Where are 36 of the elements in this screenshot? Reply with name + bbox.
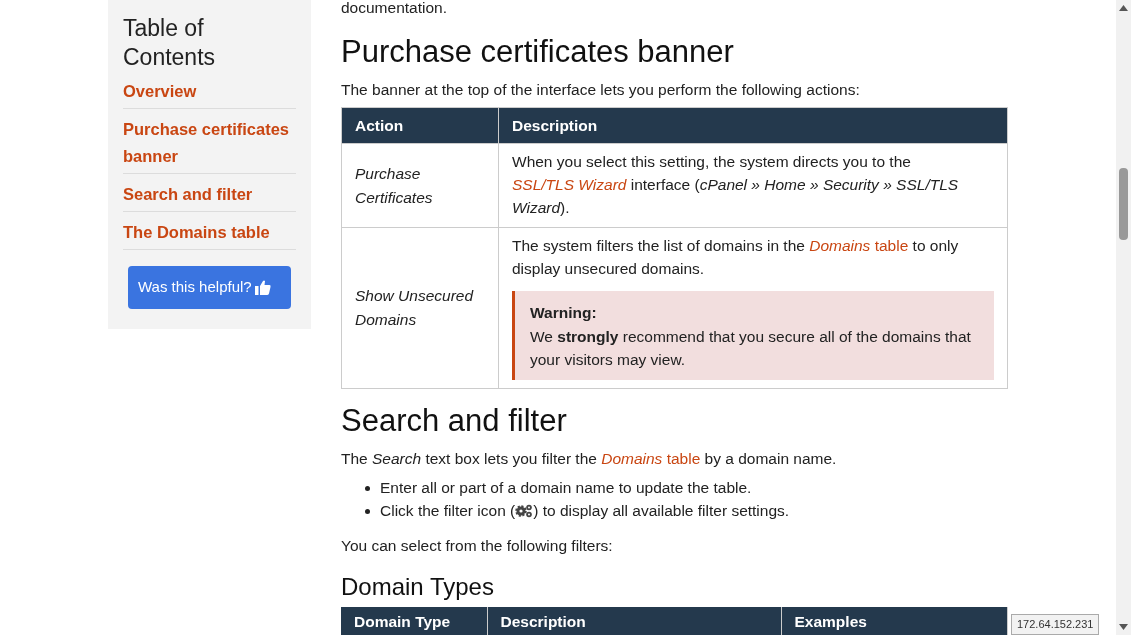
section-heading: Search and filter [341,402,568,440]
column-header: Description [487,607,781,635]
subsection-heading: Domain Types [341,572,495,602]
link[interactable]: Domains table [601,450,701,467]
paragraph: The Search text box lets you filter the Domains table by a domain name. [341,449,838,469]
paragraph: You can select from the following filters: [341,536,614,556]
table-cell: Purchase Certificates [341,143,499,228]
ip-address-label: 172.64.152.231 [1011,614,1100,635]
feedback-button[interactable]: Was this helpful? [128,266,291,309]
paragraph: The banner at the top of the interface lets you perform the following actions: [341,80,861,100]
link[interactable]: SSL/TLS Wizard [512,176,627,193]
warning-text: We strongly recommend that you secure all of the domains that your visitors may view. [530,327,972,370]
column-header: Action [341,107,499,144]
cell-text: When you select this setting, the system directs you to the SSL/TLS Wizard interface (cPanel » Home » Security » SSL/TLS Wizard). [512,152,960,218]
thumbs-up-icon [254,280,271,295]
sidebar-title: Table of Contents [123,14,217,72]
list-item: Click the filter icon ( ) to display all available filter settings. [365,499,790,522]
scrollbar-thumb[interactable] [1119,168,1128,240]
list-item: Enter all or part of a domain name to update the table. [365,476,752,499]
paragraph: documentation. [341,0,448,18]
column-header: Domain Type [341,607,487,635]
toc-link[interactable]: Search and filter [123,181,296,208]
column-header: Description [498,107,1008,144]
toc-link[interactable]: The Domains table [123,219,296,246]
scroll-down-icon[interactable] [1119,624,1128,630]
scrollbar[interactable] [1116,0,1131,635]
gears-icon [515,504,534,518]
cell-text: The system filters the list of domains in the Domains table to only display unsecured domains. [512,236,960,279]
warning-title: Warning: [530,303,598,323]
toc-link[interactable]: Purchase certificates banner [123,116,296,170]
column-header: Examples [781,607,1008,635]
table-cell: Show Unsecured Domains [341,227,499,389]
scroll-up-icon[interactable] [1119,5,1128,11]
link[interactable]: Domains table [809,237,909,254]
section-heading: Purchase certificates banner [341,33,735,71]
toc-link[interactable]: Overview [123,78,296,105]
